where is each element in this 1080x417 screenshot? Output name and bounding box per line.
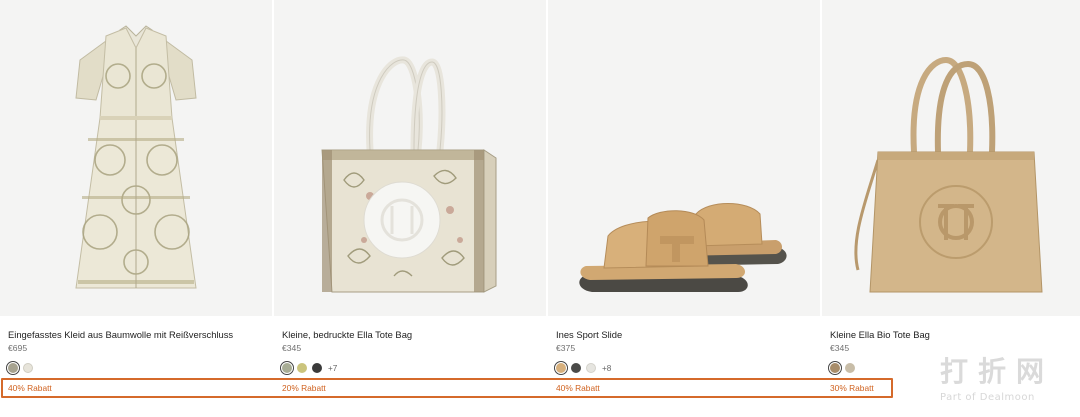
discount-label: 30% Rabatt — [830, 383, 874, 393]
discount-label: 40% Rabatt — [556, 383, 600, 393]
color-swatches — [828, 361, 855, 375]
color-swatch[interactable] — [312, 363, 322, 373]
color-swatches — [6, 361, 33, 375]
color-swatch[interactable] — [554, 361, 568, 375]
product-price: €375 — [556, 343, 576, 353]
color-swatches: +8 — [554, 361, 611, 375]
product-grid: Eingefasstes Kleid aus Baumwolle mit Rei… — [0, 0, 1080, 417]
color-swatch[interactable] — [280, 361, 294, 375]
product-price: €345 — [282, 343, 302, 353]
product-image-dress[interactable] — [0, 0, 272, 316]
more-colors-count[interactable]: +7 — [328, 364, 337, 373]
product-card-dress[interactable]: Eingefasstes Kleid aus Baumwolle mit Rei… — [0, 0, 272, 417]
color-swatch[interactable] — [297, 363, 307, 373]
product-image-sport-slide[interactable] — [548, 0, 820, 316]
product-name[interactable]: Kleine Ella Bio Tote Bag — [830, 329, 930, 340]
product-price: €695 — [8, 343, 28, 353]
product-image-tan-tote[interactable] — [822, 0, 1080, 316]
more-colors-count[interactable]: +8 — [602, 364, 611, 373]
product-name[interactable]: Kleine, bedruckte Ella Tote Bag — [282, 329, 412, 340]
color-swatch[interactable] — [6, 361, 20, 375]
product-image-printed-tote[interactable] — [274, 0, 546, 316]
product-price: €345 — [830, 343, 850, 353]
color-swatch[interactable] — [828, 361, 842, 375]
color-swatch[interactable] — [586, 363, 596, 373]
product-card-tan-tote[interactable]: Kleine Ella Bio Tote Bag €345 30% Rabatt — [822, 0, 1080, 417]
product-card-printed-tote[interactable]: Kleine, bedruckte Ella Tote Bag €345 +7 … — [274, 0, 546, 417]
product-name[interactable]: Eingefasstes Kleid aus Baumwolle mit Rei… — [8, 329, 233, 340]
discount-label: 20% Rabatt — [282, 383, 326, 393]
color-swatch[interactable] — [845, 363, 855, 373]
discount-label: 40% Rabatt — [8, 383, 52, 393]
color-swatch[interactable] — [23, 363, 33, 373]
color-swatches: +7 — [280, 361, 337, 375]
color-swatch[interactable] — [571, 363, 581, 373]
product-card-sport-slide[interactable]: Ines Sport Slide €375 +8 40% Rabatt — [548, 0, 820, 417]
product-name[interactable]: Ines Sport Slide — [556, 329, 622, 340]
